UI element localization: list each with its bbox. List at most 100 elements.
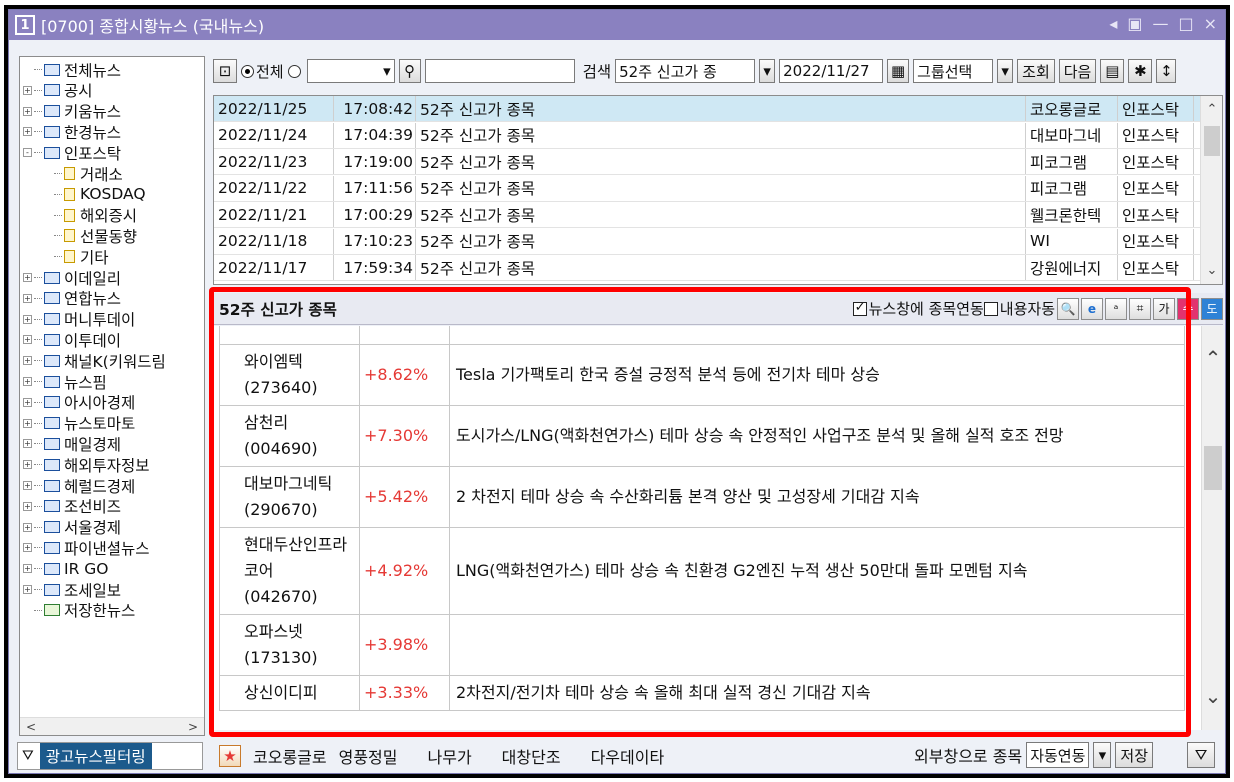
expand-icon[interactable]: +	[23, 127, 32, 137]
expand-icon[interactable]: +	[23, 273, 32, 282]
radio-other-icon[interactable]	[287, 64, 301, 78]
tree-item[interactable]: + 아시아경제	[20, 392, 135, 413]
tree-item[interactable]: + 연합뉴스	[20, 288, 121, 309]
tree-item[interactable]: KOSDAQ	[20, 184, 146, 205]
minimize-icon[interactable]: —	[1152, 14, 1168, 33]
news-row[interactable]: 2022/11/25 17:08:42 52주 신고가 종목 코오롱글로 인포스탁	[214, 96, 1204, 122]
tree-item[interactable]: 저장한뉴스	[20, 600, 135, 621]
link-icon[interactable]: ▣	[1127, 14, 1142, 33]
ad-filter-button[interactable]: ⛛ 광고뉴스필터링	[17, 742, 203, 770]
expand-icon[interactable]: +	[23, 481, 32, 490]
search-dropdown-icon[interactable]: ▾	[759, 59, 776, 83]
tree-item[interactable]: + 매일경제	[20, 433, 121, 454]
link-checkbox[interactable]	[852, 300, 867, 316]
collapse-icon[interactable]: -	[23, 148, 32, 158]
auto-checkbox[interactable]	[983, 301, 998, 316]
detail-scroll-down-icon[interactable]: ⌄	[1202, 684, 1223, 708]
print-icon[interactable]: ▤	[1100, 59, 1125, 83]
tree-item[interactable]: + 이데일리	[20, 267, 121, 288]
stock-code-input[interactable]: ▾	[306, 59, 395, 83]
back-icon[interactable]: ◂	[1109, 14, 1117, 33]
auto-link-select[interactable]: 자동연동	[1026, 742, 1090, 768]
auto-link-dropdown-icon[interactable]: ▾	[1093, 742, 1112, 768]
expand-icon[interactable]: ⌗	[1129, 297, 1151, 320]
filter-corner-icon[interactable]: ⛛	[1187, 742, 1215, 768]
tree-item[interactable]: + 채널K(키워드림	[20, 350, 166, 371]
tree-item[interactable]: + 파이낸셜뉴스	[20, 537, 150, 558]
related-stock-link[interactable]: 코오롱글로	[253, 744, 327, 768]
category-tree[interactable]: 전체뉴스 + 공시 + 키움뉴스 + 한경뉴스 - 인포스탁 거래소 KOSDAQ 해외증시 선물동향 기…	[19, 56, 205, 736]
stock-row[interactable]: 삼천리 (004690) +7.30% 도시가스/LNG(액화천연가스) 테마 상승 …	[219, 405, 1185, 467]
stock-name[interactable]: 현대두산인프라코어	[244, 532, 359, 584]
tree-item[interactable]: + 머니투데이	[20, 309, 135, 330]
stock-name[interactable]: 대보마그네틱	[244, 471, 359, 497]
detail-scroll-thumb[interactable]	[1204, 446, 1222, 490]
tree-hscrollbar[interactable]: < >	[20, 717, 204, 735]
star-icon[interactable]: ★	[219, 745, 241, 767]
tree-item[interactable]: + 해외투자정보	[20, 454, 150, 475]
buy-button[interactable]: 도	[1201, 297, 1223, 320]
save-button[interactable]: 저장	[1115, 742, 1153, 768]
browser-icon[interactable]: e	[1081, 297, 1103, 320]
expand-icon[interactable]: +	[23, 356, 32, 366]
gear-icon[interactable]: ✱	[1128, 59, 1153, 83]
stock-row[interactable]: 대보마그네틱 (290670) +5.42% 2 차전지 테마 상승 속 수산화리튬 …	[219, 466, 1185, 528]
expand-icon[interactable]: +	[23, 564, 32, 574]
expand-icon[interactable]: +	[23, 106, 32, 116]
tree-item[interactable]: - 인포스탁	[20, 142, 121, 163]
search-icon[interactable]: ⚲	[398, 59, 421, 83]
stock-row[interactable]: 상신이디피 +3.33% 2차전지/전기차 테마 상승 속 올해 최대 실적 경신 …	[219, 675, 1185, 711]
group-dropdown-icon[interactable]: ▾	[997, 59, 1014, 83]
tree-item[interactable]: + 뉴스핌	[20, 371, 107, 392]
expand-icon[interactable]: +	[23, 418, 32, 428]
maximize-icon[interactable]: □	[1178, 14, 1193, 33]
radio-all[interactable]: 전체	[241, 61, 303, 82]
scroll-down-icon[interactable]: ⌄	[1201, 263, 1222, 278]
expand-icon[interactable]: +	[23, 293, 32, 303]
expand-icon[interactable]: +	[23, 460, 32, 470]
tree-item[interactable]: + 뉴스토마토	[20, 413, 135, 434]
font-up-icon[interactable]: 가	[1153, 297, 1175, 320]
tree-item[interactable]: 선물동향	[20, 225, 137, 246]
title-bar[interactable]: 1 [0700] 종합시황뉴스 (국내뉴스) ◂ ▣ — □ ×	[9, 10, 1225, 40]
tree-item[interactable]: + 키움뉴스	[20, 101, 121, 122]
next-button[interactable]: 다음	[1058, 59, 1097, 83]
zoom-icon[interactable]: 🔍	[1057, 297, 1079, 320]
group-select[interactable]: 그룹선택	[913, 59, 994, 83]
stock-name[interactable]: 와이엠텍	[244, 349, 359, 375]
tree-item[interactable]: + 공시	[20, 80, 93, 101]
news-row[interactable]: 2022/11/24 17:04:39 52주 신고가 종목 대보마그네 인포스탁	[214, 122, 1204, 149]
expand-icon[interactable]: +	[23, 85, 32, 95]
stock-row[interactable]: 현대두산인프라코어 (042670) +4.92% LNG(액화천연가스) 테마 상승…	[219, 527, 1185, 615]
tree-item[interactable]: + IR GO	[20, 558, 108, 579]
news-row[interactable]: 2022/11/21 17:00:29 52주 신고가 종목 웰크론한텍 인포스탁	[214, 202, 1204, 228]
related-stock-link[interactable]: 다우데이타	[591, 744, 665, 768]
stock-row[interactable]: 와이엠텍 (273640) +8.62% Tesla 기가팩토리 한국 증설 긍정적 …	[219, 344, 1185, 406]
detail-scroll-up-icon[interactable]: ⌃	[1202, 346, 1223, 370]
expand-icon[interactable]: +	[23, 501, 32, 511]
expand-icon[interactable]: +	[23, 522, 32, 532]
tree-item[interactable]: + 한경뉴스	[20, 121, 121, 142]
related-stock-link[interactable]: 영풍정밀	[339, 744, 398, 768]
related-stock-link[interactable]: 대창단조	[502, 744, 561, 768]
search-select[interactable]: 52주 신고가 종	[615, 59, 756, 83]
news-row[interactable]: 2022/11/18 17:10:23 52주 신고가 종목 WI 인포스탁	[214, 228, 1204, 255]
stock-name[interactable]: 상신이디피	[244, 680, 359, 706]
stock-name[interactable]: 오파스넷	[244, 619, 359, 645]
tree-item[interactable]: 전체뉴스	[20, 59, 121, 80]
calendar-icon[interactable]: ▦	[887, 59, 910, 83]
tree-item[interactable]: + 조세일보	[20, 579, 121, 600]
close-icon[interactable]: ×	[1204, 14, 1217, 33]
news-row[interactable]: 2022/11/22 17:11:56 52주 신고가 종목 피코그램 인포스탁	[214, 175, 1204, 202]
sort-icon[interactable]: ↕	[1156, 59, 1177, 83]
keyword-input[interactable]	[424, 59, 575, 83]
tree-item[interactable]: + 이투데이	[20, 329, 121, 350]
expand-icon[interactable]: +	[23, 585, 32, 594]
tree-item[interactable]: 해외증시	[20, 205, 137, 226]
radio-all-icon[interactable]	[241, 64, 254, 78]
related-stock-link[interactable]: 나무가	[428, 744, 472, 768]
expand-icon[interactable]: +	[23, 397, 32, 407]
scroll-left-icon[interactable]: <	[26, 720, 36, 734]
tree-item[interactable]: + 헤럴드경제	[20, 475, 135, 496]
scroll-thumb[interactable]	[1204, 126, 1220, 156]
